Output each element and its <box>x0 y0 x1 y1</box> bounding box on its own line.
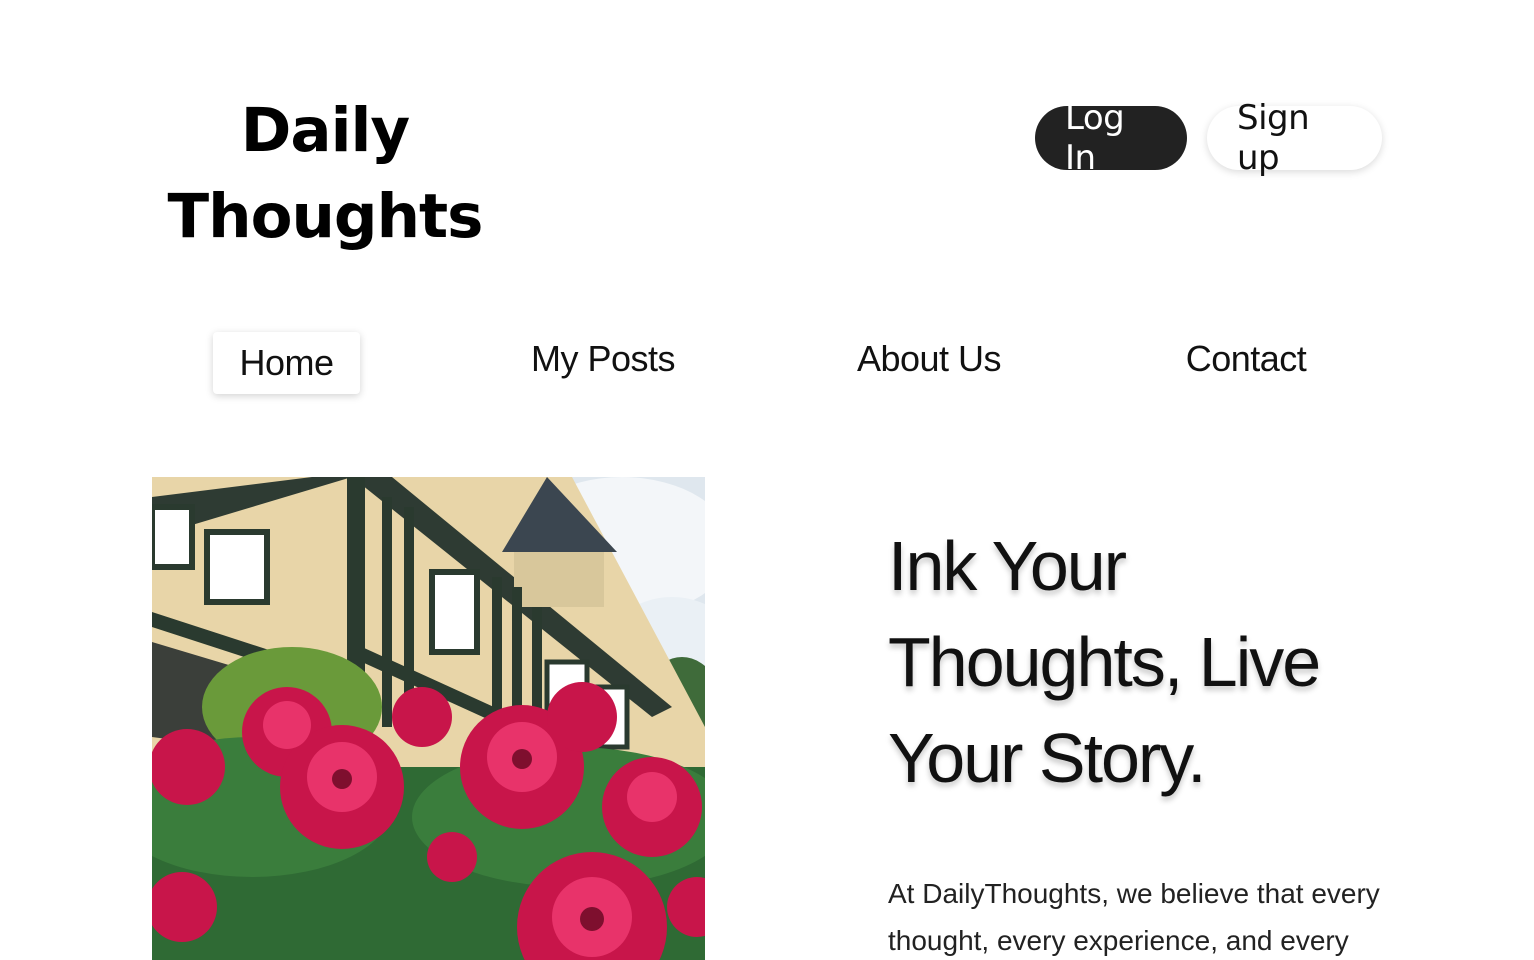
logo-line-1: Daily <box>240 95 410 166</box>
site-logo[interactable]: Daily Thoughts <box>150 88 500 260</box>
page: Daily Thoughts Log In Sign up Home My Po… <box>0 0 1534 960</box>
main-nav: Home My Posts About Us Contact <box>0 328 1534 394</box>
auth-buttons: Log In Sign up <box>1035 98 1382 178</box>
nav-item-about-us[interactable]: About Us <box>846 328 1012 390</box>
signup-button[interactable]: Sign up <box>1207 98 1382 178</box>
nav-item-home[interactable]: Home <box>213 332 360 394</box>
logo-line-2: Thoughts <box>167 181 484 252</box>
house-flowers-photo-icon <box>152 477 705 960</box>
nav-item-contact[interactable]: Contact <box>1172 328 1320 390</box>
nav-item-my-posts[interactable]: My Posts <box>520 328 686 390</box>
login-button[interactable]: Log In <box>1035 98 1187 178</box>
hero-photo <box>152 477 705 960</box>
hero-title: Ink Your Thoughts, Live Your Story. <box>888 527 1321 797</box>
hero-description: At DailyThoughts, we believe that every … <box>888 878 1380 956</box>
